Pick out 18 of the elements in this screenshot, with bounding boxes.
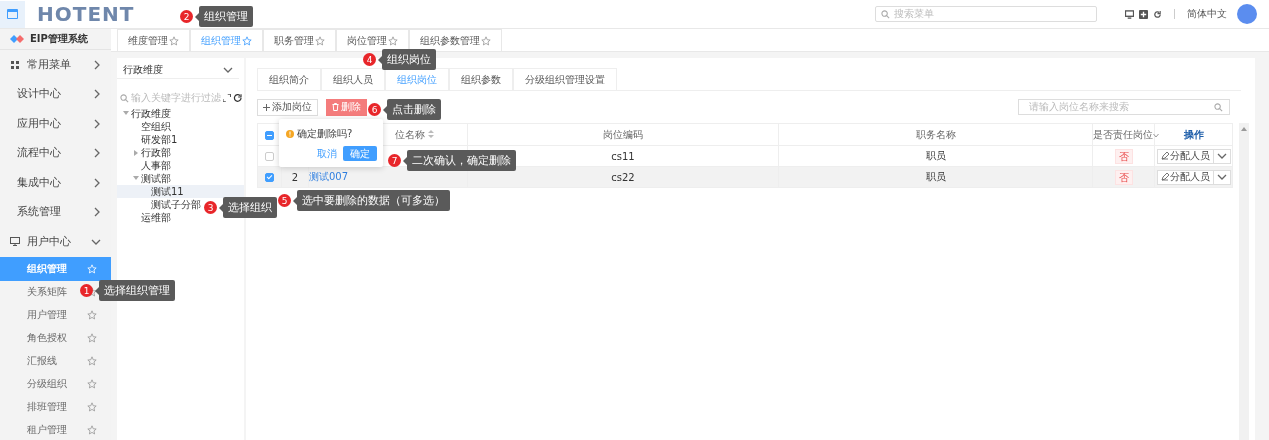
step-tooltip: 二次确认，确定删除: [407, 150, 516, 171]
status-tag: 否: [1114, 148, 1133, 164]
status-tag: 否: [1114, 169, 1133, 185]
step-tooltip: 选择组织管理: [99, 280, 175, 301]
system-title: EIP管理系统: [30, 32, 88, 46]
table-cell: 职员: [778, 166, 1093, 188]
step-tooltip: 点击删除: [387, 99, 441, 120]
column-header: 操作: [1154, 123, 1233, 146]
step-tooltip: 组织管理: [199, 6, 253, 27]
table-cell: 职员: [778, 145, 1093, 167]
row-number: 2: [291, 171, 299, 183]
step-tooltip: 选中要删除的数据（可多选）: [297, 190, 450, 211]
column-header: 岗位编码: [467, 123, 779, 146]
step-tooltip: 组织岗位: [382, 49, 436, 70]
step-number: 2: [180, 10, 193, 23]
logo: HOTENT: [37, 2, 135, 26]
column-header: 职务名称: [778, 123, 1093, 146]
step-tooltip: 选择组织: [223, 197, 277, 218]
